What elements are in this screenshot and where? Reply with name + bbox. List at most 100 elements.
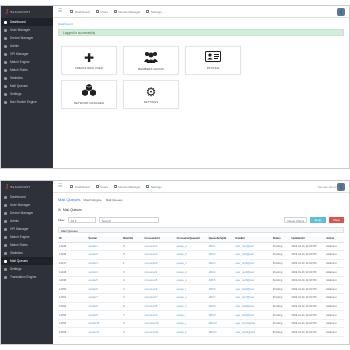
- table-cell[interactable]: consumer2: [143, 250, 176, 260]
- table-cell[interactable]: queue_f: [175, 284, 208, 295]
- sidebar-item[interactable]: Admin: [1, 42, 53, 50]
- table-cell[interactable]: queue_h: [175, 302, 208, 312]
- sidebar-item[interactable]: Translation Engine: [1, 273, 53, 281]
- table-cell[interactable]: consumer4: [143, 267, 176, 277]
- table-cell[interactable]: sender8: [87, 302, 123, 312]
- table-cell[interactable]: user_rep11@test: [234, 327, 272, 338]
- tile-create-user[interactable]: ✚ CREATE NEW USER: [61, 46, 117, 75]
- app-logo[interactable]: J BLACKDUST: [1, 181, 53, 193]
- topbar-link[interactable]: Settings: [146, 185, 162, 189]
- table-cell[interactable]: queue_e: [175, 276, 208, 286]
- sidebar-item[interactable]: Dashboard: [1, 18, 53, 26]
- tile-settings[interactable]: ⚙ SETTINGS: [123, 80, 179, 109]
- table-cell[interactable]: ABC4: [207, 267, 235, 277]
- table-cell[interactable]: queue_a: [175, 242, 208, 252]
- sidebar-item[interactable]: Match Engine: [1, 58, 53, 66]
- hamburger-icon[interactable]: ☰: [58, 184, 62, 189]
- table-cell[interactable]: consumer10: [143, 319, 176, 329]
- sidebar-item[interactable]: Nav Switch Engine: [1, 98, 53, 106]
- user-avatar[interactable]: 👤: [337, 183, 345, 191]
- table-cell[interactable]: user_rep8@test: [234, 302, 272, 312]
- row-actions-dropdown[interactable]: Actions ▾: [325, 284, 344, 295]
- table-cell[interactable]: sender3: [87, 259, 123, 269]
- table-cell[interactable]: queue_d: [175, 267, 208, 277]
- sidebar-item[interactable]: Statistics: [1, 249, 53, 257]
- tab[interactable]: Mail Queues: [106, 198, 123, 202]
- table-cell[interactable]: user_rep6@test: [234, 284, 272, 295]
- breadcrumb[interactable]: Dashboard: [58, 21, 344, 27]
- table-cell[interactable]: user_rep1@test: [234, 242, 272, 252]
- sidebar-item[interactable]: VPI Manager: [1, 50, 53, 58]
- table-cell[interactable]: sender10: [87, 319, 123, 329]
- row-actions-dropdown[interactable]: Actions ▾: [325, 310, 344, 320]
- table-cell[interactable]: consumer7: [143, 293, 176, 303]
- table-cell[interactable]: ABC7: [207, 293, 235, 303]
- table-cell[interactable]: sender11: [87, 327, 123, 338]
- sidebar-item[interactable]: Match Rules: [1, 241, 53, 249]
- table-cell[interactable]: sender9: [87, 310, 123, 320]
- table-cell[interactable]: queue_j: [175, 319, 208, 329]
- table-cell[interactable]: ABC9: [207, 310, 235, 320]
- table-cell[interactable]: ABC10: [207, 319, 235, 329]
- table-cell[interactable]: user_rep9@test: [234, 310, 272, 320]
- table-cell[interactable]: sender2: [87, 250, 123, 260]
- tab[interactable]: Match Engine: [83, 198, 101, 202]
- table-cell[interactable]: ABC1: [207, 242, 235, 252]
- sidebar-item[interactable]: VPI Manager: [1, 225, 53, 233]
- topbar-link[interactable]: Device Manager: [114, 10, 140, 14]
- row-actions-dropdown[interactable]: Actions ▾: [325, 327, 344, 338]
- topbar-link[interactable]: Users: [95, 185, 108, 189]
- row-actions-dropdown[interactable]: Actions ▾: [325, 242, 344, 252]
- table-cell[interactable]: queue_k: [175, 327, 208, 338]
- clear-button[interactable]: Clear: [328, 217, 344, 223]
- search-input[interactable]: Search: [98, 217, 159, 223]
- sidebar-item[interactable]: Settings: [1, 265, 53, 273]
- table-cell[interactable]: ABC2: [207, 250, 235, 260]
- row-actions-dropdown[interactable]: Actions ▾: [325, 293, 344, 303]
- sidebar-item[interactable]: Device Manager: [1, 209, 53, 217]
- user-avatar[interactable]: 👤: [337, 8, 345, 16]
- table-cell[interactable]: user_rep10@test: [234, 319, 272, 329]
- reset-filters-button[interactable]: Reset Filters: [284, 217, 308, 223]
- sidebar-item[interactable]: Settings: [1, 90, 53, 98]
- user-name[interactable]: Sample Admin: [318, 184, 337, 190]
- topbar-link[interactable]: Dashboard: [70, 10, 90, 14]
- topbar-link[interactable]: Dashboard: [70, 185, 90, 189]
- sidebar-item[interactable]: User Manager: [1, 201, 53, 209]
- sidebar-item[interactable]: Statistics: [1, 74, 53, 82]
- sidebar-item[interactable]: Match Engine: [1, 233, 53, 241]
- row-actions-dropdown[interactable]: Actions ▾: [325, 250, 344, 260]
- table-cell[interactable]: sender7: [87, 293, 123, 303]
- table-cell[interactable]: queue_b: [175, 250, 208, 260]
- row-actions-dropdown[interactable]: Actions ▾: [325, 319, 344, 329]
- table-cell[interactable]: sender4: [87, 267, 123, 277]
- sidebar-item[interactable]: Admin: [1, 217, 53, 225]
- table-cell[interactable]: user_rep5@test: [234, 276, 272, 286]
- sidebar-item[interactable]: Match Rules: [1, 66, 53, 74]
- table-cell[interactable]: ABC8: [207, 302, 235, 312]
- hamburger-icon[interactable]: ☰: [58, 9, 62, 14]
- table-cell[interactable]: consumer3: [143, 259, 176, 269]
- table-cell[interactable]: queue_g: [175, 293, 208, 303]
- sidebar-item[interactable]: User Manager: [1, 26, 53, 34]
- table-cell[interactable]: sender5: [87, 276, 123, 286]
- table-cell[interactable]: queue_i: [175, 310, 208, 320]
- app-logo[interactable]: J BLACKDUST: [1, 6, 53, 18]
- table-cell[interactable]: sender1: [87, 242, 123, 252]
- sidebar-item[interactable]: Mail Queues: [1, 257, 53, 265]
- sidebar-item[interactable]: Device Manager: [1, 34, 53, 42]
- tile-network-manager[interactable]: NETWORK MANAGER: [61, 80, 117, 109]
- row-actions-dropdown[interactable]: Actions ▾: [325, 267, 344, 277]
- table-cell[interactable]: consumer8: [143, 302, 176, 312]
- table-cell[interactable]: user_rep4@test: [234, 267, 272, 277]
- table-cell[interactable]: ABC6: [207, 284, 235, 295]
- row-actions-dropdown[interactable]: Actions ▾: [325, 302, 344, 312]
- table-cell[interactable]: user_rep2@test: [234, 250, 272, 260]
- table-cell[interactable]: ABC3: [207, 259, 235, 269]
- table-cell[interactable]: ABC11: [207, 327, 235, 338]
- row-actions-dropdown[interactable]: Actions ▾: [325, 276, 344, 286]
- tile-members-group[interactable]: MEMBERS GROUP: [123, 46, 179, 75]
- filter-select[interactable]: All ▾: [67, 217, 96, 223]
- sidebar-item[interactable]: Mail Queues: [1, 82, 53, 90]
- table-cell[interactable]: consumer1: [143, 242, 176, 252]
